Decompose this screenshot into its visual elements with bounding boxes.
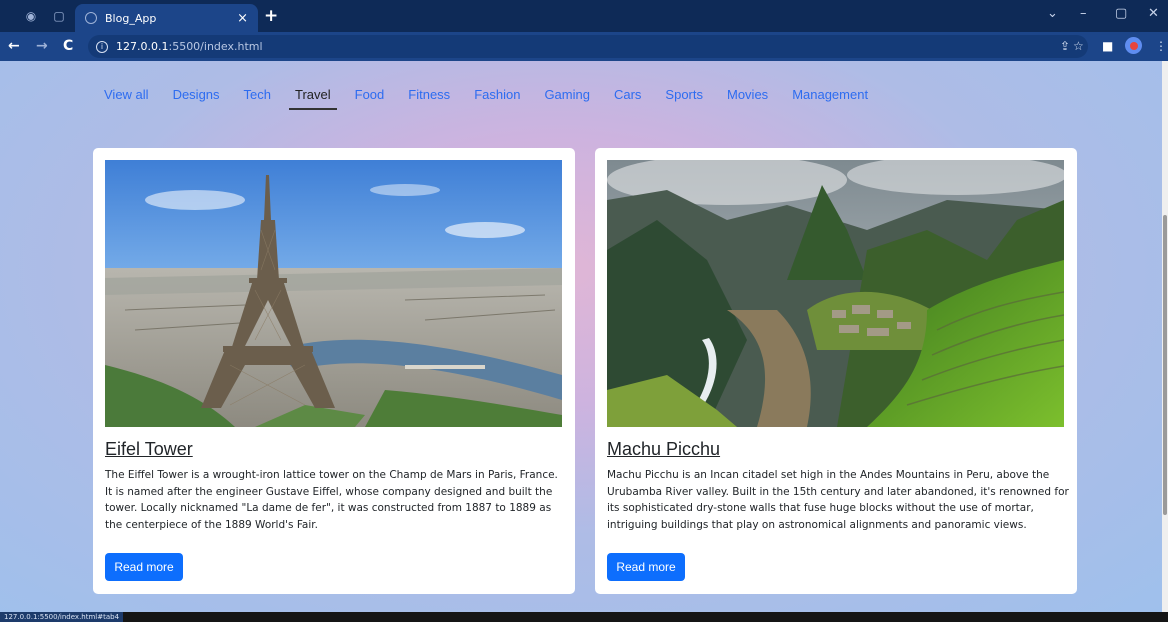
category-tab-view-all[interactable]: View all: [104, 87, 149, 110]
reload-icon[interactable]: C: [63, 38, 73, 54]
url-path: :5500/index.html: [168, 40, 263, 53]
category-tab-fitness[interactable]: Fitness: [408, 87, 450, 110]
close-window-icon[interactable]: ✕: [1148, 6, 1159, 21]
forward-arrow-icon[interactable]: →: [36, 38, 48, 54]
category-tab-cars[interactable]: Cars: [614, 87, 641, 110]
url-host: 127.0.0.1: [116, 40, 169, 53]
browser-toolbar: ← → C i 127.0.0.1 :5500/index.html ⇪ ☆ ■…: [0, 32, 1168, 61]
card-description: Machu Picchu is an Incan citadel set hig…: [607, 469, 1069, 531]
globe-icon: [85, 12, 97, 24]
scrollbar-thumb[interactable]: [1163, 215, 1167, 515]
bookmark-star-icon[interactable]: ☆: [1073, 39, 1084, 53]
category-tab-food[interactable]: Food: [355, 87, 385, 110]
minimize-icon[interactable]: –: [1080, 6, 1087, 21]
card-title-link[interactable]: Machu Picchu: [607, 439, 720, 460]
eiffel-tower-image: [105, 160, 562, 427]
new-tab-button[interactable]: +: [264, 6, 278, 26]
share-icon[interactable]: ⇪: [1060, 39, 1070, 53]
card-title-link[interactable]: Eifel Tower: [105, 439, 193, 460]
category-nav: View all Designs Tech Travel Food Fitness Fash…: [104, 87, 892, 110]
read-more-button[interactable]: Read more: [607, 553, 685, 581]
page-viewport: View all Designs Tech Travel Food Fitness Fash…: [0, 61, 1162, 612]
blog-card-eiffel: Eifel Tower The Eiffel Tower is a wrough…: [93, 148, 575, 594]
tab-search-icon[interactable]: ▢: [50, 8, 68, 24]
category-tab-designs[interactable]: Designs: [173, 87, 220, 110]
category-tab-gaming[interactable]: Gaming: [544, 87, 590, 110]
card-description: The Eiffel Tower is a wrought-iron latti…: [105, 469, 558, 531]
sidebar-icon[interactable]: ■: [1102, 39, 1113, 53]
status-bar-url: 127.0.0.1:5500/index.html#tab4: [0, 612, 124, 622]
more-menu-icon[interactable]: ⋮: [1155, 39, 1167, 53]
tab-title: Blog_App: [105, 11, 157, 25]
restore-icon[interactable]: ▢: [1115, 6, 1127, 21]
category-tab-management[interactable]: Management: [792, 87, 868, 110]
back-arrow-icon[interactable]: ←: [8, 38, 20, 54]
category-tab-fashion[interactable]: Fashion: [474, 87, 520, 110]
close-tab-icon[interactable]: ×: [237, 11, 248, 26]
info-icon[interactable]: i: [96, 40, 108, 53]
read-more-button[interactable]: Read more: [105, 553, 183, 581]
category-tab-tech[interactable]: Tech: [244, 87, 271, 110]
browser-tab-strip: ◉ ▢ Blog_App × + ⌄ – ▢ ✕: [0, 0, 1168, 32]
category-tab-travel[interactable]: Travel: [289, 87, 337, 110]
browser-tab[interactable]: Blog_App ×: [75, 4, 258, 32]
window-menu-icon[interactable]: ◉: [22, 8, 40, 24]
window-bottom-edge: [0, 612, 1168, 622]
category-tab-movies[interactable]: Movies: [727, 87, 768, 110]
category-tab-sports[interactable]: Sports: [665, 87, 703, 110]
blog-card-machu-picchu: Machu Picchu Machu Picchu is an Incan ci…: [595, 148, 1077, 594]
profile-avatar[interactable]: [1125, 37, 1142, 54]
address-bar[interactable]: i 127.0.0.1 :5500/index.html: [88, 35, 1088, 58]
chevron-down-icon[interactable]: ⌄: [1047, 6, 1058, 21]
machu-picchu-image: [607, 160, 1064, 427]
